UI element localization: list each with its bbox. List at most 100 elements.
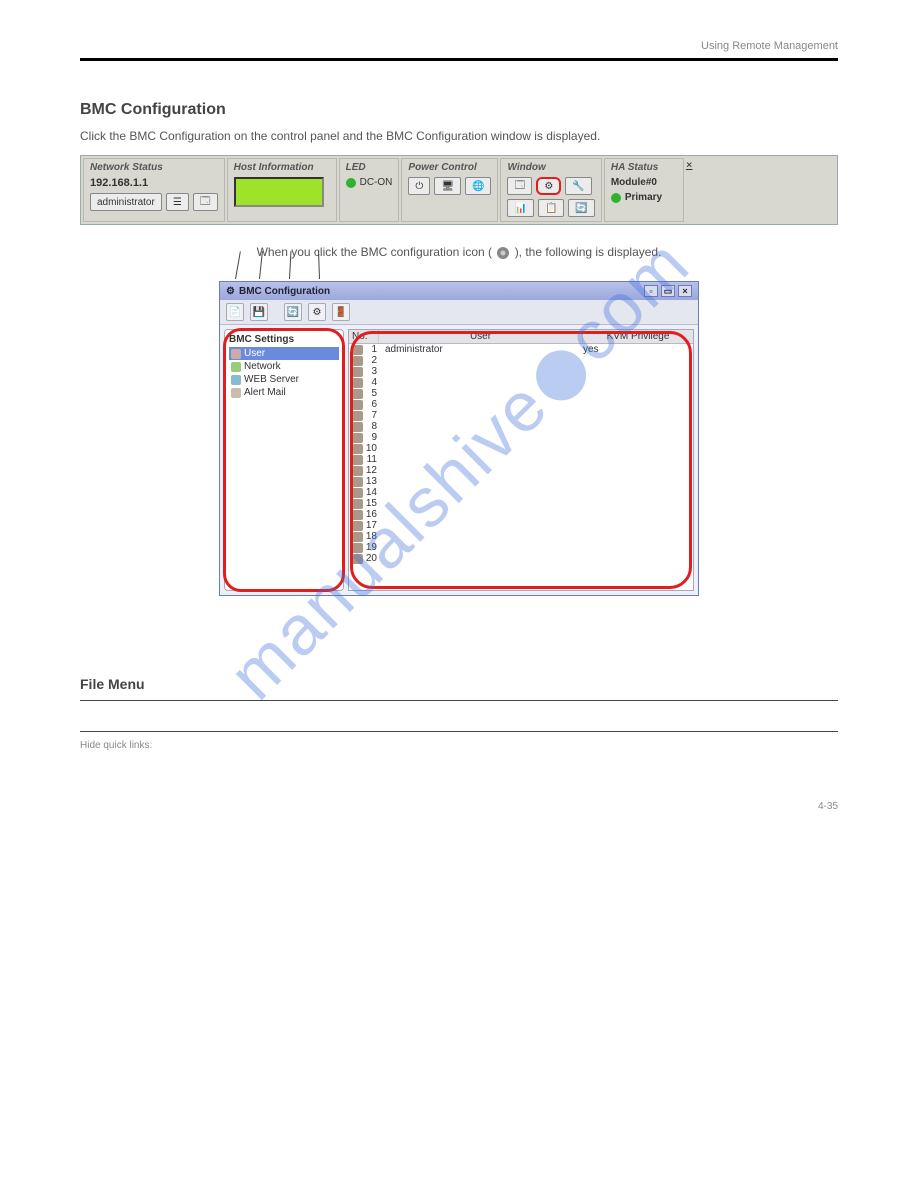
table-row[interactable]: 3: [349, 366, 693, 377]
bmc-title-icon: ⚙: [226, 286, 235, 297]
control-panel: Network Status 192.168.1.1 administrator…: [80, 155, 838, 225]
row-no: 14: [363, 487, 381, 498]
win-btn-5[interactable]: 📋: [538, 199, 564, 217]
gear-icon: [495, 245, 511, 261]
row-no: 17: [363, 520, 381, 531]
col-user[interactable]: User: [379, 330, 583, 343]
row-no: 11: [363, 454, 381, 465]
table-row[interactable]: 5: [349, 388, 693, 399]
table-row[interactable]: 9: [349, 432, 693, 443]
bmc-toolbar: 📄 💾 🔄 ⚙ 🚪: [220, 300, 698, 325]
row-icon: [351, 488, 363, 498]
power-label: Power Control: [408, 162, 491, 173]
win-btn-1[interactable]: 🗔: [507, 177, 532, 195]
mid-rule-1: [80, 700, 838, 701]
win-btn-4[interactable]: 📊: [507, 199, 533, 217]
row-no: 20: [363, 553, 381, 564]
panel-close-icon[interactable]: ×: [686, 158, 693, 171]
tree-item-label: User: [244, 348, 265, 359]
row-no: 6: [363, 399, 381, 410]
table-row[interactable]: 17: [349, 520, 693, 531]
net-icon-2[interactable]: 🗔: [193, 193, 218, 211]
footer-text: Hide quick links:: [80, 740, 838, 751]
row-icon: [351, 378, 363, 388]
tree-item-alert-mail[interactable]: Alert Mail: [229, 386, 339, 399]
power-btn-2[interactable]: 🖥: [434, 177, 461, 195]
window-label: Window: [507, 162, 594, 173]
tree-item-web-server[interactable]: WEB Server: [229, 373, 339, 386]
row-icon: [351, 422, 363, 432]
power-btn-3[interactable]: 🌐: [465, 177, 491, 195]
row-icon: [351, 400, 363, 410]
close-button[interactable]: ×: [678, 285, 692, 297]
max-button[interactable]: ▭: [661, 285, 675, 297]
row-no: 18: [363, 531, 381, 542]
col-no[interactable]: No.: [349, 330, 379, 343]
win-btn-6[interactable]: 🔄: [568, 199, 594, 217]
table-row[interactable]: 14: [349, 487, 693, 498]
row-icon: [351, 389, 363, 399]
table-row[interactable]: 7: [349, 410, 693, 421]
row-no: 5: [363, 388, 381, 399]
file-save-button[interactable]: 📄: [226, 303, 244, 321]
table-row[interactable]: 11: [349, 454, 693, 465]
table-row[interactable]: 13: [349, 476, 693, 487]
row-no: 8: [363, 421, 381, 432]
net-icon-1[interactable]: ☰: [166, 193, 189, 211]
top-rule: [80, 58, 838, 61]
table-row[interactable]: 19: [349, 542, 693, 553]
section-title: BMC Configuration: [80, 101, 838, 119]
bmc-config-icon-button[interactable]: ⚙: [536, 177, 561, 195]
save-icon-button[interactable]: 💾: [250, 303, 268, 321]
row-no: 10: [363, 443, 381, 454]
table-row[interactable]: 2: [349, 355, 693, 366]
tree-item-label: Alert Mail: [244, 387, 286, 398]
tree-root[interactable]: BMC Settings: [229, 334, 339, 345]
table-row[interactable]: 1administratoryes: [349, 344, 693, 355]
defaults-button[interactable]: ⚙: [308, 303, 326, 321]
page-number: 4-35: [80, 801, 838, 812]
win-btn-3[interactable]: 🔧: [565, 177, 591, 195]
web-icon: [231, 375, 241, 385]
tree-item-user[interactable]: User: [229, 347, 339, 360]
tree-item-label: Network: [244, 361, 281, 372]
led-label: LED: [346, 162, 393, 173]
row-icon: [351, 543, 363, 553]
table-row[interactable]: 18: [349, 531, 693, 542]
table-row[interactable]: 12: [349, 465, 693, 476]
row-icon: [351, 444, 363, 454]
header-right: Using Remote Management: [701, 40, 838, 52]
table-row[interactable]: 15: [349, 498, 693, 509]
row-no: 3: [363, 366, 381, 377]
net-icon: [231, 362, 241, 372]
table-row[interactable]: 4: [349, 377, 693, 388]
row-icon: [351, 499, 363, 509]
bmc-tree[interactable]: BMC Settings User Network WEB Server Alert …: [224, 329, 344, 591]
table-row[interactable]: 20: [349, 553, 693, 564]
ha-module: Module#0: [611, 177, 677, 188]
user-button[interactable]: administrator: [90, 193, 162, 211]
reload-button[interactable]: 🔄: [284, 303, 302, 321]
row-icon: [351, 411, 363, 421]
bmc-user-list: No. User KVM Privilege 1administratoryes…: [348, 329, 694, 591]
table-row[interactable]: 8: [349, 421, 693, 432]
row-user: administrator: [381, 344, 583, 355]
row-no: 2: [363, 355, 381, 366]
row-no: 13: [363, 476, 381, 487]
row-icon: [351, 477, 363, 487]
power-btn-1[interactable]: ⏻: [408, 177, 430, 195]
min-button[interactable]: ▫: [644, 285, 658, 297]
tree-item-network[interactable]: Network: [229, 360, 339, 373]
row-no: 1: [363, 344, 381, 355]
table-row[interactable]: 16: [349, 509, 693, 520]
led-status: DC-ON: [360, 177, 393, 188]
row-icon: [351, 521, 363, 531]
ha-primary: Primary: [625, 192, 662, 203]
table-row[interactable]: 10: [349, 443, 693, 454]
tree-item-label: WEB Server: [244, 374, 299, 385]
table-row[interactable]: 6: [349, 399, 693, 410]
row-no: 4: [363, 377, 381, 388]
logout-button[interactable]: 🚪: [332, 303, 350, 321]
led-dot-icon: [346, 178, 356, 188]
col-kvm[interactable]: KVM Privilege: [583, 330, 693, 343]
